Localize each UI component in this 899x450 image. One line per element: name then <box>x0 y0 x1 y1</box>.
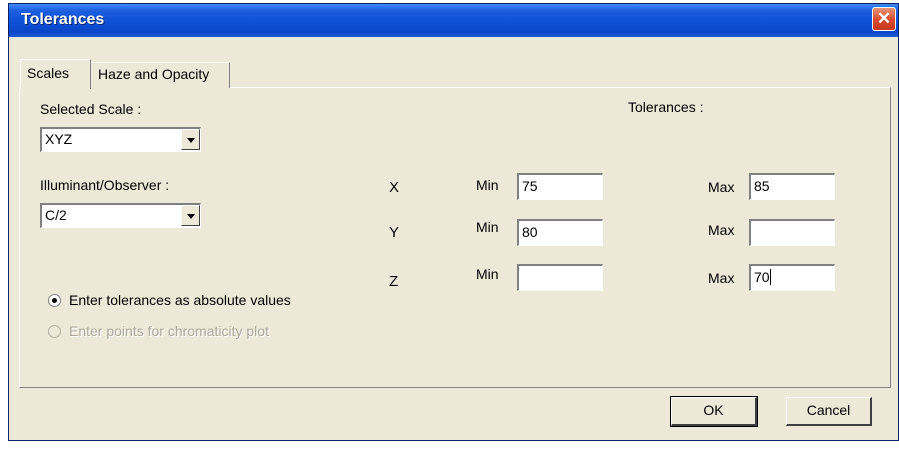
absolute-values-label[interactable]: Enter tolerances as absolute values <box>69 292 291 308</box>
absolute-values-radio[interactable] <box>48 294 61 307</box>
row-label-x: X <box>389 179 400 196</box>
selected-scale-dropdown[interactable]: XYZ <box>40 127 201 152</box>
row-label-z: Z <box>389 273 399 290</box>
tab-scales-label: Scales <box>27 65 70 81</box>
ok-button[interactable]: OK <box>670 396 758 427</box>
min-label: Min <box>476 219 499 235</box>
y-max-input[interactable] <box>749 219 835 246</box>
max-label: Max <box>708 179 735 195</box>
x-min-input[interactable]: 75 <box>517 173 603 200</box>
selected-scale-value: XYZ <box>45 131 73 147</box>
tab-scales[interactable]: Scales <box>20 59 91 89</box>
row-label-y: Y <box>389 224 400 241</box>
text-cursor <box>769 269 771 285</box>
tab-haze-label: Haze and Opacity <box>98 66 210 82</box>
min-label: Min <box>476 266 499 282</box>
scales-panel: Selected Scale : XYZ Illuminant/Observer… <box>19 87 891 388</box>
tab-haze-and-opacity[interactable]: Haze and Opacity <box>91 62 230 88</box>
title-bar[interactable]: Tolerances ✕ <box>9 4 898 37</box>
close-button[interactable]: ✕ <box>872 7 896 31</box>
chromaticity-plot-label: Enter points for chromaticity plot <box>69 323 269 339</box>
max-label: Max <box>708 270 735 286</box>
window-title: Tolerances <box>21 11 105 28</box>
chevron-down-icon[interactable] <box>181 205 200 226</box>
illuminant-observer-value: C/2 <box>45 207 67 223</box>
chevron-down-icon[interactable] <box>181 129 200 150</box>
illuminant-observer-dropdown[interactable]: C/2 <box>40 203 201 228</box>
tolerances-header: Tolerances : <box>628 99 704 115</box>
z-max-input[interactable]: 70 <box>749 264 835 291</box>
close-icon: ✕ <box>876 9 892 28</box>
min-label: Min <box>476 177 499 193</box>
y-min-input[interactable]: 80 <box>517 219 603 246</box>
tolerances-dialog: Tolerances ✕ Scales Haze and Opacity Sel… <box>8 3 899 441</box>
max-label: Max <box>708 222 735 238</box>
selected-scale-label: Selected Scale : <box>40 101 142 117</box>
z-max-value: 70 <box>754 269 770 285</box>
z-min-input[interactable] <box>517 264 603 291</box>
x-max-input[interactable]: 85 <box>749 173 835 200</box>
chromaticity-plot-radio <box>48 325 61 338</box>
cancel-button[interactable]: Cancel <box>786 397 872 426</box>
illuminant-observer-label: Illuminant/Observer : <box>40 177 170 193</box>
